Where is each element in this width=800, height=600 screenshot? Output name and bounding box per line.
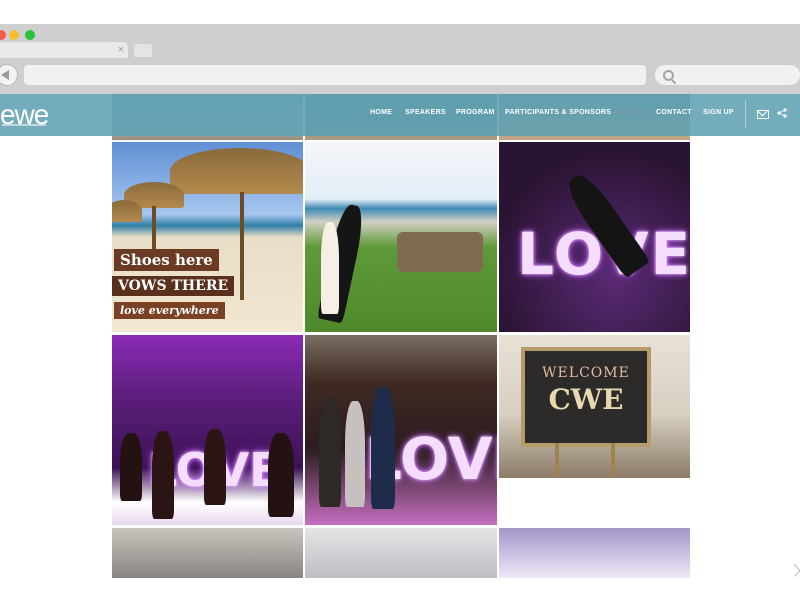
nav-item-gallery[interactable]: GALLERY <box>612 109 647 116</box>
palapa-umbrella <box>170 148 303 194</box>
umbrella-pole <box>240 192 244 300</box>
tab-close-icon[interactable]: × <box>118 42 124 58</box>
gallery-photo-dancers[interactable]: LOVE <box>112 335 303 525</box>
nav-item-contact[interactable]: CONTACT <box>656 109 692 116</box>
photo-gallery: Shoes here VOWS THERE love everywhere LO… <box>0 94 800 578</box>
nav-item-program[interactable]: PROGRAM <box>456 109 495 116</box>
beach-sign-love: love everywhere <box>114 302 225 319</box>
guests-figures <box>397 232 483 272</box>
dancer-figure <box>120 433 142 501</box>
browser-search-input[interactable] <box>655 65 800 85</box>
bride-figure <box>321 222 339 314</box>
browser-tab[interactable]: × <box>0 42 128 58</box>
gallery-photo-chairs[interactable] <box>305 528 497 578</box>
guest-figure <box>345 401 365 507</box>
nav-item-home[interactable]: HOME <box>370 109 392 116</box>
cwe-text: CWE <box>548 383 624 416</box>
nav-item-speakers[interactable]: SPEAKERS <box>405 109 446 116</box>
gallery-photo-group[interactable]: LOVE <box>305 335 497 525</box>
nav-item-sign-up[interactable]: SIGN UP <box>703 109 734 116</box>
gallery-photo-venue[interactable] <box>499 528 690 578</box>
gallery-photo-breakdancer[interactable]: LOVE <box>499 142 690 332</box>
chalkboard-sign: WELCOME CWE <box>521 347 651 447</box>
maximize-window-button[interactable] <box>25 30 35 40</box>
beach-sign-shoes: Shoes here <box>114 249 219 271</box>
welcome-text: WELCOME <box>542 365 630 381</box>
guest-figure <box>371 387 395 509</box>
logo-tagline-line <box>2 124 46 126</box>
nav-item-participants-sponsors[interactable]: PARTICIPANTS & SPONSORS <box>505 109 611 116</box>
beach-sign-vows: VOWS THERE <box>112 276 235 296</box>
dancer-figure <box>152 431 174 519</box>
palapa-umbrella <box>112 200 142 222</box>
page-bottom <box>0 578 800 600</box>
search-icon <box>663 70 674 81</box>
address-bar[interactable] <box>24 65 646 85</box>
gallery-photo-couple-kiss[interactable] <box>305 142 497 332</box>
guest-figure <box>319 397 341 507</box>
site-logo[interactable]: ewe <box>0 99 49 131</box>
mail-icon[interactable] <box>757 110 769 119</box>
dancer-figure <box>204 429 226 505</box>
gallery-photo-beach-signs[interactable]: Shoes here VOWS THERE love everywhere <box>112 142 303 332</box>
new-tab-button[interactable] <box>134 44 152 57</box>
minimize-window-button[interactable] <box>9 30 19 40</box>
site-header: ewe HOME SPEAKERS PROGRAM PARTICIPANTS &… <box>0 94 800 136</box>
gallery-photo-pergola[interactable] <box>112 528 303 578</box>
easel-leg <box>555 443 559 477</box>
nav-divider <box>745 100 746 128</box>
gallery-photo-welcome-sign[interactable]: WELCOME CWE <box>499 335 690 478</box>
window-top-strip <box>0 0 800 24</box>
easel-leg <box>611 443 615 477</box>
dancer-figure <box>268 433 294 517</box>
share-icon[interactable] <box>777 108 787 118</box>
